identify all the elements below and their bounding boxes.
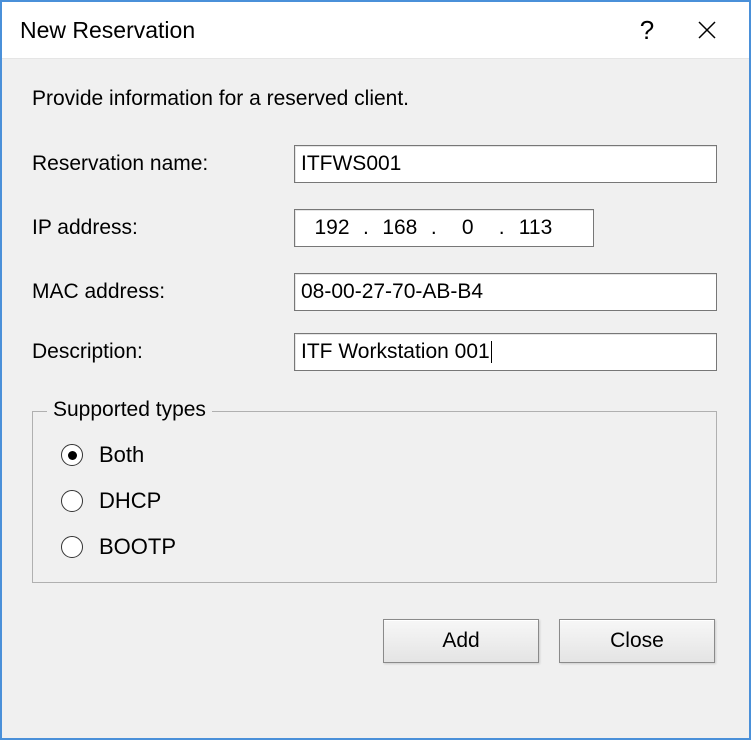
ip-dot: . [497,216,507,240]
ip-dot: . [429,216,439,240]
mac-address-input[interactable] [294,273,717,311]
instruction-text: Provide information for a reserved clien… [32,87,717,111]
row-mac-address: MAC address: [32,273,717,311]
radio-dhcp[interactable]: DHCP [61,488,694,514]
radio-bootp-label: BOOTP [99,534,176,560]
ip-seg1[interactable] [303,215,361,241]
help-button[interactable]: ? [617,2,677,58]
supported-types-group: Supported types Both DHCP BOOTP [32,411,717,583]
ip-seg2[interactable] [371,215,429,241]
ip-address-input[interactable]: . . . [294,209,594,247]
close-window-button[interactable] [677,2,737,58]
radio-dhcp-indicator [61,490,83,512]
reservation-name-input[interactable] [294,145,717,183]
dialog-content: Provide information for a reserved clien… [2,59,749,738]
row-reservation-name: Reservation name: [32,145,717,183]
ip-address-label: IP address: [32,216,294,240]
ip-seg4[interactable] [507,215,565,241]
dialog-buttons: Add Close [32,619,717,663]
supported-types-legend: Supported types [47,398,212,422]
ip-seg3[interactable] [439,215,497,241]
close-button[interactable]: Close [559,619,715,663]
description-input[interactable]: ITF Workstation 001 [294,333,717,371]
titlebar: New Reservation ? [2,2,749,59]
mac-address-label: MAC address: [32,280,294,304]
row-description: Description: ITF Workstation 001 [32,333,717,371]
radio-both[interactable]: Both [61,442,694,468]
radio-both-indicator [61,444,83,466]
radio-bootp-indicator [61,536,83,558]
description-value: ITF Workstation 001 [301,340,490,364]
ip-dot: . [361,216,371,240]
add-button[interactable]: Add [383,619,539,663]
dialog-title: New Reservation [20,17,617,44]
description-label: Description: [32,340,294,364]
radio-dhcp-label: DHCP [99,488,161,514]
row-ip-address: IP address: . . . [32,209,717,247]
new-reservation-dialog: New Reservation ? Provide information fo… [0,0,751,740]
radio-both-label: Both [99,442,144,468]
reservation-name-label: Reservation name: [32,152,294,176]
close-icon [697,20,717,40]
radio-bootp[interactable]: BOOTP [61,534,694,560]
